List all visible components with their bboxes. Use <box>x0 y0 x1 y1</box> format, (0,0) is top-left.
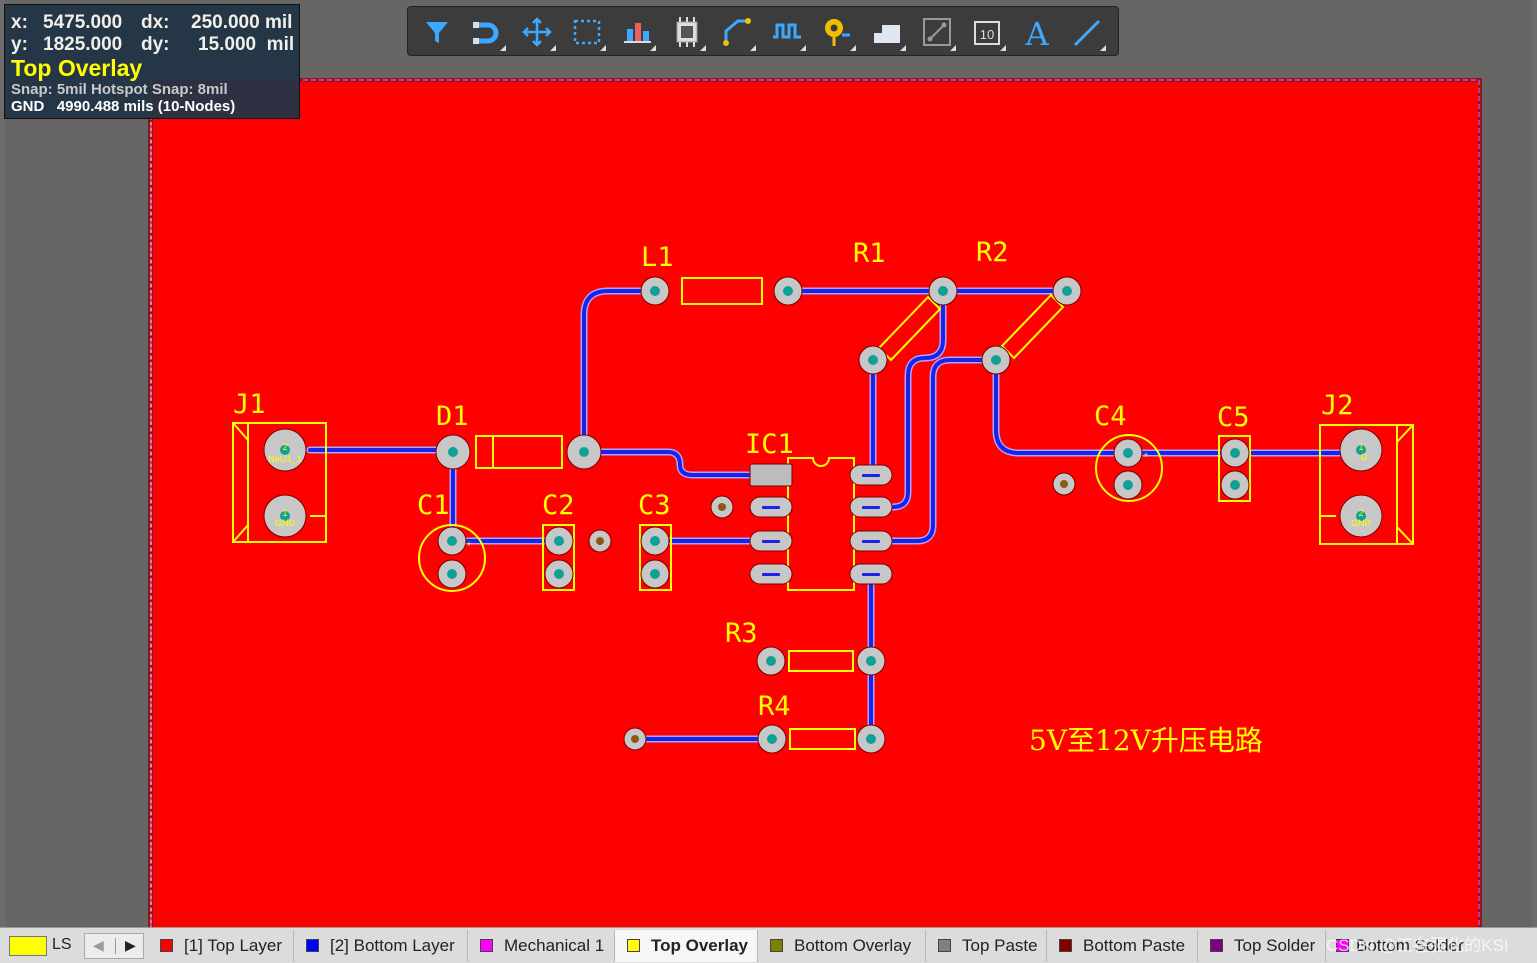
designator-r4: R4 <box>758 691 791 722</box>
designator-c5: C5 <box>1217 402 1250 433</box>
layer-tabs-bar: LS ◀ ▶ [1] Top Layer [2] Bottom Layer Me… <box>0 927 1537 963</box>
j1-pin1-net: GND <box>275 518 296 528</box>
designator-j2: J2 <box>1321 390 1354 421</box>
layer-color-swatch <box>938 939 951 952</box>
tab-mechanical-1[interactable]: Mechanical 1 <box>468 930 615 962</box>
layer-color-swatch <box>1210 939 1223 952</box>
tab-bottom-layer[interactable]: [2] Bottom Layer <box>294 930 468 962</box>
designator-c1: C1 <box>417 490 450 521</box>
designator-r1: R1 <box>853 238 886 269</box>
tab-top-paste[interactable]: Top Paste <box>926 930 1047 962</box>
filter-icon[interactable] <box>418 13 456 51</box>
j2-pin1-label: 1 <box>1358 442 1363 452</box>
dy-value: 15.000 mil <box>198 34 295 55</box>
net-info: GND 4990.488 mils (10-Nodes) <box>11 98 236 115</box>
j2-pin2-net: GND <box>1351 518 1372 528</box>
component-icon[interactable] <box>668 13 706 51</box>
tab-label: Mechanical 1 <box>504 936 605 955</box>
j1-pin1-label: 1 <box>282 508 287 518</box>
tab-top-overlay[interactable]: Top Overlay <box>615 930 758 962</box>
tab-label: Top Overlay <box>651 936 748 955</box>
watermark: CSDN @工在强化的KSI <box>1326 936 1509 955</box>
designator-d1: D1 <box>436 401 469 432</box>
j2-pin2-label: 2 <box>1358 508 1363 518</box>
layer-scroll-buttons: ◀ ▶ <box>84 933 144 959</box>
layer-color-swatch <box>1059 939 1072 952</box>
board-title-text: 5V至12V升压电路 <box>1029 724 1263 757</box>
layer-color-swatch <box>770 939 783 952</box>
tab-label: Bottom Paste <box>1083 936 1186 955</box>
line-icon[interactable] <box>1068 13 1106 51</box>
text-icon-glyph: A <box>1024 15 1049 51</box>
current-layer-label: Top Overlay <box>11 55 143 81</box>
move-icon[interactable] <box>518 13 556 51</box>
designator-ic1: IC1 <box>745 429 794 460</box>
dy-label: dy: <box>141 34 170 55</box>
magnet-icon[interactable] <box>468 13 506 51</box>
scroll-left-icon[interactable]: ◀ <box>93 937 104 954</box>
route-icon[interactable] <box>718 13 756 51</box>
x-label: x: <box>11 12 28 33</box>
tab-label: [2] Bottom Layer <box>330 936 455 955</box>
align-icon[interactable] <box>618 13 656 51</box>
j1-pin2-label: 2 <box>282 442 287 452</box>
c4-plus-label: + <box>1143 450 1148 460</box>
string-icon[interactable]: 10 <box>968 13 1006 51</box>
designator-j1: J1 <box>233 389 266 420</box>
dx-value: 250.000 mil <box>191 12 293 33</box>
tab-bottom-paste[interactable]: Bottom Paste <box>1047 930 1198 962</box>
designator-r2: R2 <box>976 237 1009 268</box>
tab-label: [1] Top Layer <box>184 936 282 955</box>
j1-pin2-net: NetJ1_1 <box>268 454 302 464</box>
string-icon-glyph: 10 <box>980 27 994 42</box>
tab-label: Bottom Overlay <box>794 936 912 955</box>
ls-button[interactable]: LS <box>52 936 72 954</box>
current-layer-swatch[interactable] <box>9 936 47 956</box>
y-label: y: <box>11 34 28 55</box>
polygon-icon[interactable] <box>868 13 906 51</box>
text-icon[interactable]: A <box>1018 13 1056 53</box>
coordinate-hud: x: 5475.000 dx: 250.000 mil y: 1825.000 … <box>4 4 300 119</box>
layer-color-swatch <box>627 939 640 952</box>
designator-c4: C4 <box>1094 401 1127 432</box>
c1-plus-label: + <box>466 539 471 549</box>
tab-label: Top Solder <box>1234 936 1316 955</box>
designator-c2: C2 <box>542 490 575 521</box>
active-bar-toolbar: 10 A <box>407 6 1119 56</box>
scroll-right-icon[interactable]: ▶ <box>125 937 136 954</box>
place-via-icon[interactable] <box>818 13 856 51</box>
layer-color-swatch <box>160 939 173 952</box>
designator-r3: R3 <box>725 618 758 649</box>
snap-info: Snap: 5mil Hotspot Snap: 8mil <box>11 81 228 98</box>
designator-c3: C3 <box>638 490 671 521</box>
interactive-length-icon[interactable] <box>768 13 806 51</box>
y-value: 1825.000 <box>43 34 123 55</box>
tab-top-layer[interactable]: [1] Top Layer <box>148 930 294 962</box>
dx-label: dx: <box>141 12 170 33</box>
tab-bottom-overlay[interactable]: Bottom Overlay <box>758 930 926 962</box>
x-value: 5475.000 <box>43 12 123 33</box>
designator-l1: L1 <box>641 242 674 273</box>
layer-color-swatch <box>306 939 319 952</box>
board-copper-pour <box>153 82 1478 928</box>
tab-label: Top Paste <box>962 936 1038 955</box>
j2-pin1-net: G <box>1360 452 1367 462</box>
tab-top-solder[interactable]: Top Solder <box>1198 930 1326 962</box>
layer-color-swatch <box>480 939 493 952</box>
pcb-canvas[interactable]: 2 NetJ1_1 1 GND 1 G 2 GND + + J1 D1 L1 R… <box>0 0 1537 963</box>
select-rect-icon[interactable] <box>568 13 606 51</box>
keepout-icon[interactable] <box>918 13 956 51</box>
